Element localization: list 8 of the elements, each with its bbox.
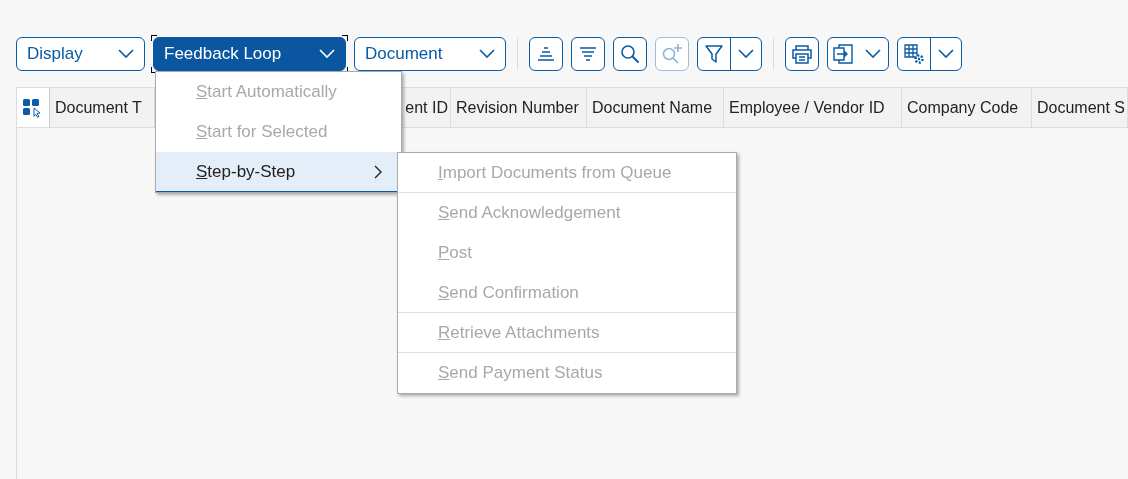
dropdown-button[interactable]: Document (354, 37, 506, 71)
dropdown-button[interactable]: Display (16, 37, 145, 71)
column-header[interactable]: Employee / Vendor ID (724, 88, 902, 127)
dropdown-button[interactable]: Feedback Loop (153, 37, 346, 71)
column-header[interactable]: Document Name (587, 88, 724, 127)
column-header[interactable]: Company Code (902, 88, 1032, 127)
column-header[interactable]: Revision Number (451, 88, 587, 127)
column-header[interactable]: Document S (1032, 88, 1128, 127)
